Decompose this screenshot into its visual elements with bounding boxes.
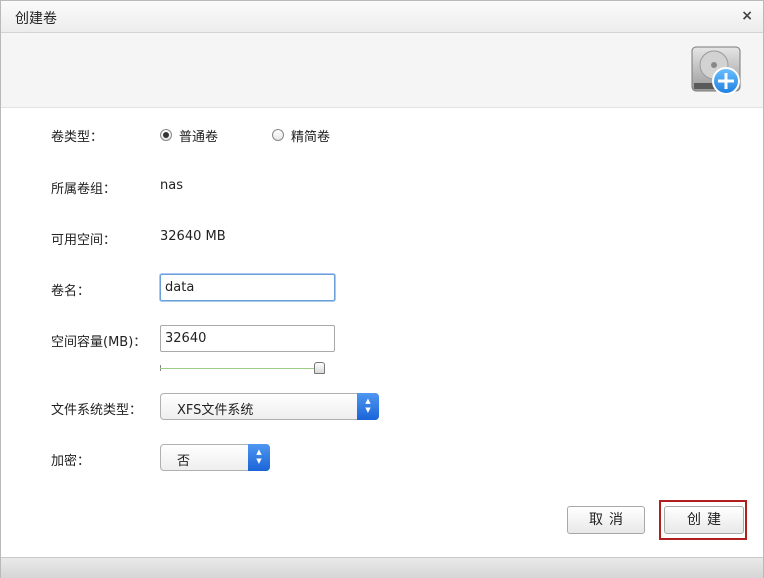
radio-normal-volume-label[interactable]: 普通卷 xyxy=(179,126,218,145)
radio-thin-volume[interactable] xyxy=(272,129,284,141)
encryption-selected-value: 否 xyxy=(177,454,191,469)
capacity-slider-track[interactable] xyxy=(160,368,318,369)
filesystem-selected-value: XFS文件系统 xyxy=(177,403,254,418)
capacity-slider-handle[interactable] xyxy=(314,362,325,374)
hard-disk-add-icon xyxy=(691,46,741,95)
create-volume-dialog: 创建卷 × 卷类型： 普通卷 精简卷 所属卷组： nas 可用空间： 32640… xyxy=(0,0,764,578)
title-bar: 创建卷 × xyxy=(1,1,763,33)
cancel-button[interactable]: 取消 xyxy=(567,506,645,534)
volume-type-label: 卷类型： xyxy=(51,130,104,145)
volume-group-label: 所属卷组： xyxy=(51,182,117,197)
available-space-value: 32640 MB xyxy=(160,229,226,244)
radio-normal-volume[interactable] xyxy=(160,129,172,141)
filesystem-select[interactable]: XFS文件系统 ▲ ▼ xyxy=(160,393,379,420)
volume-group-value: nas xyxy=(160,178,183,193)
dialog-footer xyxy=(1,557,763,578)
select-arrows-icon: ▲ ▼ xyxy=(357,393,379,420)
dialog-banner xyxy=(1,33,763,108)
create-button[interactable]: 创建 xyxy=(664,506,744,534)
volume-name-input[interactable] xyxy=(160,274,335,301)
dialog-title: 创建卷 xyxy=(15,11,57,27)
close-icon[interactable]: × xyxy=(741,7,753,25)
encryption-label: 加密： xyxy=(51,454,91,469)
select-arrows-icon: ▲ ▼ xyxy=(248,444,270,471)
volume-name-label: 卷名： xyxy=(51,284,91,299)
capacity-label: 空间容量(MB)： xyxy=(51,335,147,350)
radio-thin-volume-label[interactable]: 精简卷 xyxy=(291,126,330,145)
available-space-label: 可用空间： xyxy=(51,233,117,248)
capacity-input[interactable] xyxy=(160,325,335,352)
filesystem-label: 文件系统类型： xyxy=(51,403,143,418)
encryption-select[interactable]: 否 ▲ ▼ xyxy=(160,444,270,471)
